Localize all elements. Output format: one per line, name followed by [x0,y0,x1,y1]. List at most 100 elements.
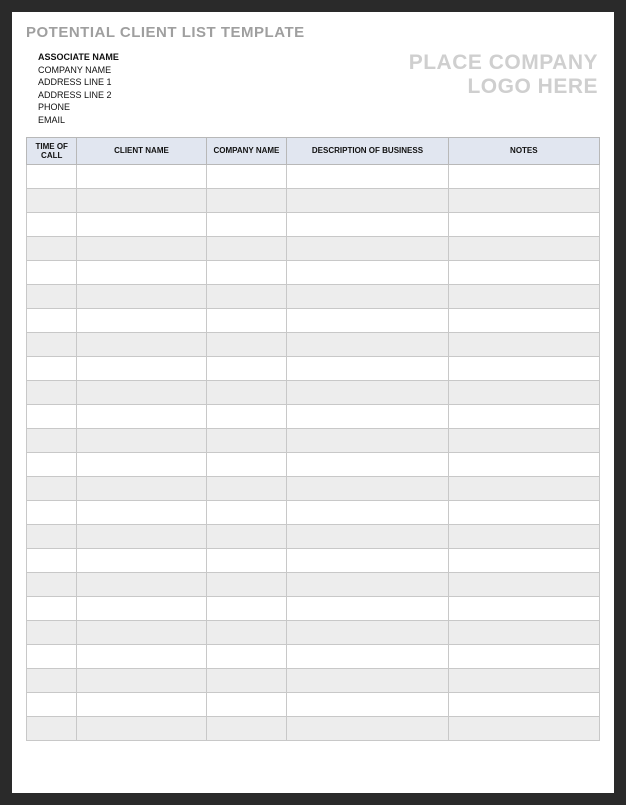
cell-notes[interactable] [448,308,599,332]
cell-client[interactable] [77,548,206,572]
cell-client[interactable] [77,692,206,716]
cell-notes[interactable] [448,620,599,644]
cell-company[interactable] [206,308,287,332]
cell-client[interactable] [77,404,206,428]
cell-time[interactable] [27,620,77,644]
cell-client[interactable] [77,236,206,260]
cell-company[interactable] [206,356,287,380]
cell-desc[interactable] [287,428,448,452]
cell-client[interactable] [77,380,206,404]
cell-company[interactable] [206,236,287,260]
cell-time[interactable] [27,500,77,524]
cell-time[interactable] [27,452,77,476]
cell-time[interactable] [27,188,77,212]
cell-time[interactable] [27,380,77,404]
cell-time[interactable] [27,476,77,500]
cell-notes[interactable] [448,356,599,380]
cell-company[interactable] [206,644,287,668]
cell-time[interactable] [27,548,77,572]
cell-desc[interactable] [287,164,448,188]
cell-time[interactable] [27,332,77,356]
cell-notes[interactable] [448,404,599,428]
cell-notes[interactable] [448,716,599,740]
cell-time[interactable] [27,404,77,428]
cell-desc[interactable] [287,260,448,284]
cell-desc[interactable] [287,404,448,428]
cell-time[interactable] [27,356,77,380]
cell-desc[interactable] [287,356,448,380]
cell-company[interactable] [206,596,287,620]
cell-desc[interactable] [287,548,448,572]
cell-desc[interactable] [287,236,448,260]
cell-company[interactable] [206,716,287,740]
cell-company[interactable] [206,548,287,572]
cell-client[interactable] [77,332,206,356]
cell-company[interactable] [206,380,287,404]
cell-desc[interactable] [287,692,448,716]
cell-time[interactable] [27,716,77,740]
cell-notes[interactable] [448,260,599,284]
cell-notes[interactable] [448,668,599,692]
cell-desc[interactable] [287,284,448,308]
cell-company[interactable] [206,284,287,308]
cell-client[interactable] [77,308,206,332]
cell-client[interactable] [77,260,206,284]
cell-client[interactable] [77,644,206,668]
cell-notes[interactable] [448,524,599,548]
cell-client[interactable] [77,452,206,476]
cell-company[interactable] [206,452,287,476]
cell-client[interactable] [77,212,206,236]
cell-company[interactable] [206,212,287,236]
cell-client[interactable] [77,164,206,188]
cell-notes[interactable] [448,548,599,572]
cell-desc[interactable] [287,524,448,548]
cell-time[interactable] [27,596,77,620]
cell-desc[interactable] [287,596,448,620]
cell-company[interactable] [206,164,287,188]
cell-client[interactable] [77,284,206,308]
cell-desc[interactable] [287,500,448,524]
cell-desc[interactable] [287,452,448,476]
cell-time[interactable] [27,524,77,548]
cell-company[interactable] [206,332,287,356]
cell-desc[interactable] [287,572,448,596]
cell-desc[interactable] [287,476,448,500]
cell-desc[interactable] [287,620,448,644]
cell-time[interactable] [27,260,77,284]
cell-client[interactable] [77,188,206,212]
cell-time[interactable] [27,428,77,452]
cell-desc[interactable] [287,308,448,332]
cell-time[interactable] [27,236,77,260]
cell-company[interactable] [206,476,287,500]
cell-desc[interactable] [287,212,448,236]
cell-client[interactable] [77,524,206,548]
cell-client[interactable] [77,716,206,740]
cell-notes[interactable] [448,380,599,404]
cell-notes[interactable] [448,596,599,620]
cell-company[interactable] [206,668,287,692]
cell-client[interactable] [77,356,206,380]
cell-company[interactable] [206,572,287,596]
cell-time[interactable] [27,572,77,596]
cell-notes[interactable] [448,572,599,596]
cell-desc[interactable] [287,644,448,668]
cell-desc[interactable] [287,332,448,356]
cell-company[interactable] [206,620,287,644]
cell-desc[interactable] [287,188,448,212]
cell-notes[interactable] [448,332,599,356]
cell-notes[interactable] [448,164,599,188]
cell-notes[interactable] [448,692,599,716]
cell-time[interactable] [27,644,77,668]
cell-client[interactable] [77,596,206,620]
cell-client[interactable] [77,620,206,644]
cell-notes[interactable] [448,284,599,308]
cell-time[interactable] [27,308,77,332]
cell-company[interactable] [206,188,287,212]
cell-notes[interactable] [448,428,599,452]
cell-client[interactable] [77,668,206,692]
cell-company[interactable] [206,428,287,452]
cell-client[interactable] [77,476,206,500]
cell-time[interactable] [27,212,77,236]
cell-desc[interactable] [287,716,448,740]
cell-company[interactable] [206,260,287,284]
